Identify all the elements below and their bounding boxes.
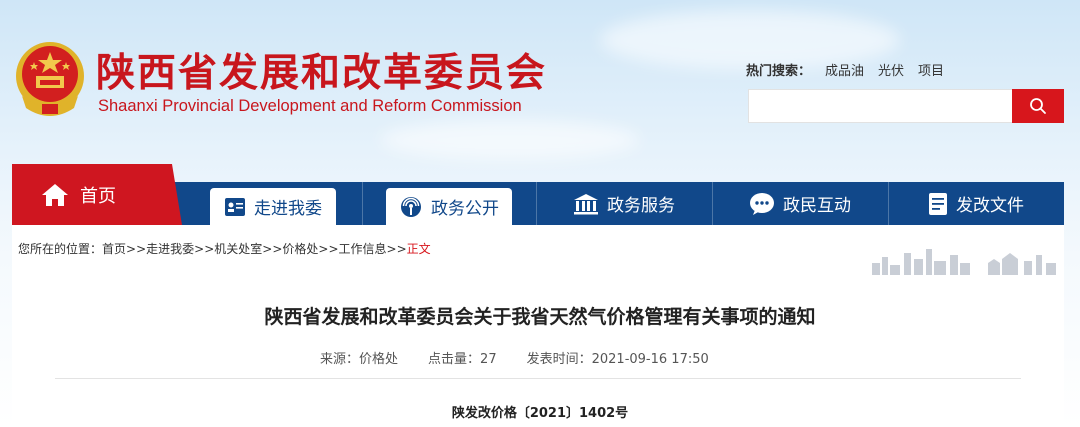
search-button[interactable] (1012, 89, 1064, 123)
government-building-icon (574, 193, 598, 214)
search-icon (1030, 98, 1046, 114)
document-number: 陕发改价格〔2021〕1402号 (451, 406, 629, 421)
hot-keyword-link[interactable]: 成品油 (825, 60, 864, 79)
breadcrumb-link[interactable]: 走进我委 (146, 242, 194, 256)
article-date: 发表时间：2021-09-16 17:50 (527, 348, 709, 367)
nav-home[interactable]: 首页 (12, 164, 182, 225)
person-card-icon (225, 197, 245, 216)
nav-home-label: 首页 (80, 185, 116, 207)
breadcrumb-link[interactable]: 机关处室 (214, 242, 262, 256)
home-icon (42, 183, 68, 206)
date-label: 发表时间： (526, 352, 592, 367)
breadcrumb-separator: >> (126, 242, 147, 256)
city-skyline-decoration (872, 249, 1056, 275)
divider (55, 378, 1021, 379)
chat-bubble-icon (750, 192, 774, 215)
search-input[interactable] (748, 89, 1012, 123)
nav-item-label: 政民互动 (783, 196, 851, 216)
clicks-value: 27 (480, 352, 497, 367)
article-title: 陕西省发展和改革委员会关于我省天然气价格管理有关事项的通知 (264, 306, 816, 328)
nav-item-documents[interactable]: 发改文件 (888, 182, 1064, 225)
document-icon (929, 192, 947, 215)
breadcrumb-separator: >> (262, 242, 283, 256)
national-emblem-icon (16, 42, 84, 116)
clicks-label: 点击量： (428, 352, 481, 367)
breadcrumb-link[interactable]: 价格处 (282, 242, 318, 256)
breadcrumb-current: 正文 (406, 242, 431, 256)
background-cloud (380, 120, 640, 160)
article-meta: 来源：价格处 点击量：27 发表时间：2021-09-16 17:50 (320, 348, 709, 367)
breadcrumb-separator: >> (386, 242, 407, 256)
nav-item-label: 政务服务 (607, 196, 675, 216)
breadcrumb-separator: >> (194, 242, 215, 256)
source-label: 来源： (320, 352, 360, 367)
breadcrumb-link[interactable]: 工作信息 (339, 242, 387, 256)
breadcrumb-link[interactable]: 首页 (102, 242, 126, 256)
broadcast-icon (401, 196, 421, 217)
article-source: 来源：价格处 (320, 348, 398, 367)
hot-keyword-link[interactable]: 项目 (918, 60, 944, 79)
hot-search-label: 热门搜索： (746, 64, 812, 79)
nav-item-label: 政务公开 (431, 199, 499, 219)
breadcrumb-separator: >> (318, 242, 339, 256)
site-subtitle: Shaanxi Provincial Development and Refor… (98, 97, 522, 115)
source-value: 价格处 (359, 352, 399, 367)
site-title: 陕西省发展和改革委员会 (96, 51, 548, 96)
hot-keyword-link[interactable]: 光伏 (878, 60, 904, 79)
hot-search: 热门搜索： 成品油 光伏 项目 (746, 60, 944, 79)
nav-item-public-affairs[interactable]: 政务公开 (386, 188, 512, 225)
nav-item-about[interactable]: 走进我委 (210, 188, 336, 225)
article-clicks: 点击量：27 (428, 348, 497, 367)
breadcrumb-prefix: 您所在的位置： (18, 242, 103, 256)
nav-item-label: 走进我委 (254, 199, 322, 219)
nav-item-interaction[interactable]: 政民互动 (712, 182, 888, 225)
nav-item-label: 发改文件 (956, 196, 1024, 216)
date-value: 2021-09-16 17:50 (591, 352, 709, 367)
nav-item-services[interactable]: 政务服务 (536, 182, 712, 225)
